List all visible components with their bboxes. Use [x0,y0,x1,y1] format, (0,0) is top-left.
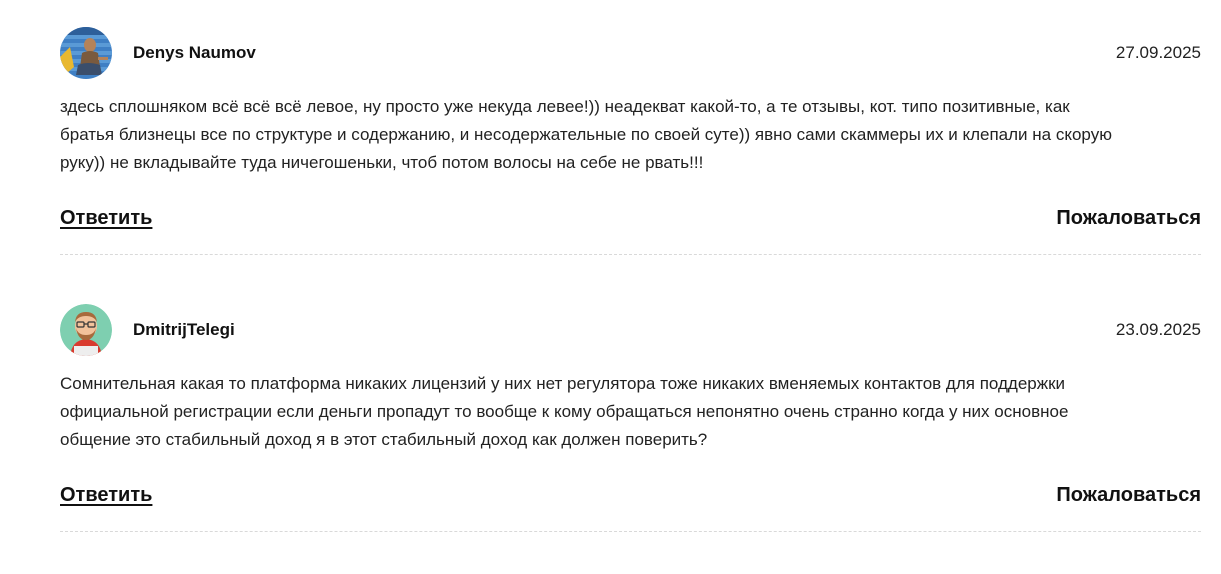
review-text-line: руку)) не вкладывайте туда ничегошеньки,… [60,153,704,172]
review-actions: Ответить Пожаловаться [60,484,1201,514]
reply-link[interactable]: Ответить [60,207,152,230]
divider [60,531,1201,532]
review-actions: Ответить Пожаловаться [60,207,1201,237]
review-text-line: общение это стабильный доход я в этот ст… [60,430,708,449]
review-item: Denys Naumov 27.09.2025 здесь сплошняком… [60,27,1201,255]
avatar [60,304,112,356]
divider [60,254,1201,255]
cartoon-avatar-icon [60,304,112,356]
review-text-line: братья близнецы все по структуре и содер… [60,125,1112,144]
review-text-line: официальной регистрации если деньги проп… [60,402,1069,421]
author-name: DmitrijTelegi [133,320,235,339]
review-text-line: Сомнительная какая то платформа никаких … [60,374,1066,393]
review-header: Denys Naumov 27.09.2025 [60,27,1201,79]
review-header: DmitrijTelegi 23.09.2025 [60,304,1201,356]
avatar [60,27,112,79]
review-text: здесь сплошняком всё всё всё левое, ну п… [60,93,1201,177]
review-date: 27.09.2025 [1115,43,1201,62]
reviews-list: Denys Naumov 27.09.2025 здесь сплошняком… [0,0,1221,574]
report-link[interactable]: Пожаловаться [1056,207,1201,230]
review-text-line: здесь сплошняком всё всё всё левое, ну п… [60,97,1070,116]
review-text: Сомнительная какая то платформа никаких … [60,370,1201,454]
report-link[interactable]: Пожаловаться [1056,484,1201,507]
photo-avatar-icon [60,27,112,79]
review-date: 23.09.2025 [1115,320,1201,339]
author-name: Denys Naumov [133,43,256,62]
reply-link[interactable]: Ответить [60,484,152,507]
review-item: DmitrijTelegi 23.09.2025 Сомнительная ка… [60,304,1201,532]
